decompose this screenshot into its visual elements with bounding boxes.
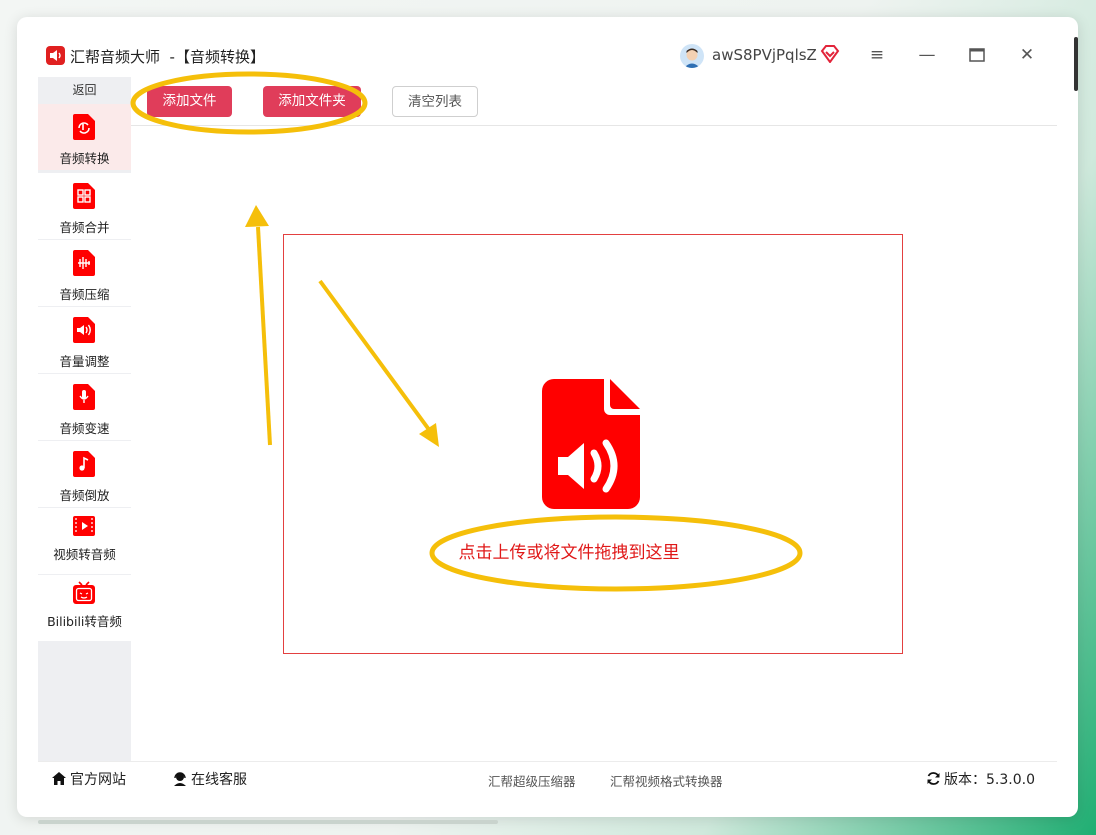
volume-adjust-icon	[73, 317, 95, 343]
sidebar-item-audio-reverse[interactable]: 音频倒放	[38, 441, 131, 507]
refresh-icon	[927, 772, 940, 785]
sidebar-item-label: 音频压缩	[59, 287, 110, 302]
sidebar-item-label: 音量调整	[59, 354, 110, 369]
sidebar-item-label: 音频倒放	[59, 488, 110, 503]
drop-zone-hint: 点击上传或将文件拖拽到这里	[458, 543, 680, 563]
horizontal-scrollbar[interactable]	[38, 820, 498, 824]
vip-diamond-icon[interactable]	[820, 45, 840, 67]
sidebar-item-label: 音频转换	[59, 151, 110, 166]
window-scrollbar[interactable]	[1074, 37, 1078, 91]
file-drop-zone[interactable]: 点击上传或将文件拖拽到这里	[283, 234, 903, 654]
add-file-button[interactable]: 添加文件	[147, 86, 232, 117]
sidebar-item-audio-convert[interactable]: 音频转换	[38, 104, 131, 170]
title-bar: 汇帮音频大师 -【音频转换】 awS8PVjPqlsZ ≡ — ✕	[17, 17, 1057, 75]
sidebar-item-audio-speed[interactable]: 音频变速	[38, 374, 131, 440]
annotation-arrow-up	[256, 226, 272, 446]
annotation-arrowhead-up	[245, 205, 269, 227]
app-title: 汇帮音频大师 -【音频转换】	[70, 48, 265, 66]
sidebar-item-label: 音频合并	[59, 220, 110, 235]
audio-speed-icon	[73, 384, 95, 410]
online-support-label: 在线客服	[191, 772, 247, 788]
official-website-label: 官方网站	[70, 772, 126, 788]
app-logo-icon	[46, 46, 65, 65]
avatar[interactable]	[680, 44, 704, 68]
back-button[interactable]: 返回	[38, 81, 131, 101]
sidebar-item-audio-compress[interactable]: 音频压缩	[38, 240, 131, 306]
sidebar-item-label: Bilibili转音频	[47, 614, 122, 629]
audio-reverse-icon	[73, 451, 95, 477]
support-headset-icon	[174, 772, 186, 786]
sidebar-item-bilibili[interactable]: Bilibili转音频	[38, 575, 131, 641]
audio-convert-icon	[73, 114, 95, 140]
maximize-button[interactable]	[966, 44, 988, 66]
video-to-audio-icon	[73, 516, 95, 536]
minimize-button[interactable]: —	[916, 44, 938, 66]
sidebar-item-label: 视频转音频	[53, 547, 116, 562]
sidebar-item-audio-merge[interactable]: 音频合并	[38, 173, 131, 239]
footer-divider	[38, 761, 1057, 762]
sidebar: 返回 音频转换 音频合并 音频压缩 音量调整 音频变速 音频倒放 视频转音频 B…	[38, 77, 131, 761]
footer-link-compressor[interactable]: 汇帮超级压缩器	[488, 771, 576, 790]
version-info[interactable]: 版本：5.3.0.0	[926, 769, 1035, 789]
audio-compress-icon	[73, 250, 95, 276]
footer-link-video-converter[interactable]: 汇帮视频格式转换器	[610, 771, 723, 790]
close-button[interactable]: ✕	[1016, 44, 1038, 66]
user-name[interactable]: awS8PVjPqlsZ	[712, 46, 817, 64]
sidebar-item-volume-adjust[interactable]: 音量调整	[38, 307, 131, 373]
online-support-link[interactable]: 在线客服	[172, 769, 247, 789]
official-website-link[interactable]: 官方网站	[51, 769, 126, 789]
menu-button[interactable]: ≡	[866, 44, 888, 66]
sidebar-item-video-to-audio[interactable]: 视频转音频	[38, 508, 131, 574]
toolbar-divider	[131, 125, 1057, 126]
clear-list-button[interactable]: 清空列表	[392, 86, 478, 117]
home-icon	[52, 772, 66, 785]
sidebar-item-label: 音频变速	[59, 421, 110, 436]
audio-merge-icon	[73, 183, 95, 209]
audio-file-icon	[542, 379, 640, 509]
bilibili-icon	[73, 581, 95, 604]
app-window: 汇帮音频大师 -【音频转换】 awS8PVjPqlsZ ≡ — ✕ 返回 音频转…	[17, 17, 1078, 817]
version-label: 版本：5.3.0.0	[944, 772, 1035, 788]
add-folder-button[interactable]: 添加文件夹	[263, 86, 361, 117]
